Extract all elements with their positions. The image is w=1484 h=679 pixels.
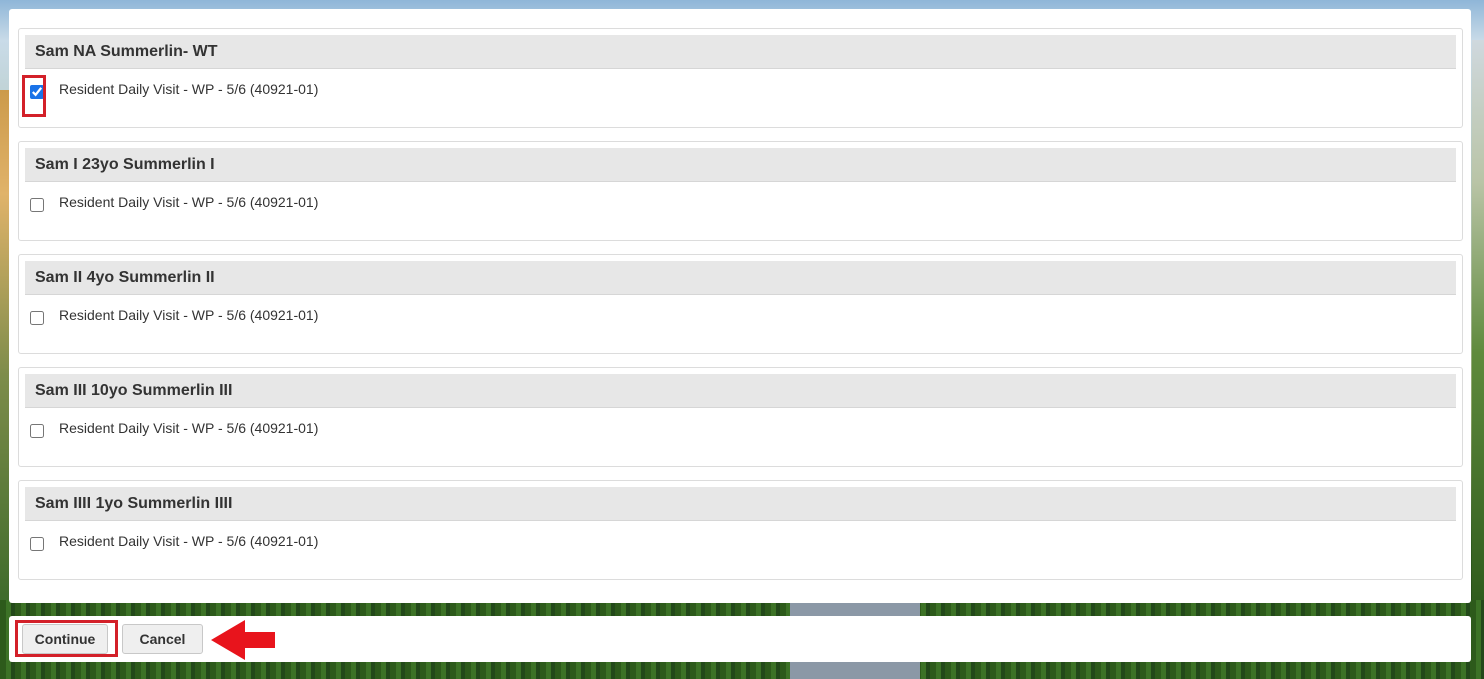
resident-group: Sam III 10yo Summerlin III Resident Dail… [18,367,1463,467]
visit-option-row: Resident Daily Visit - WP - 5/6 (40921-0… [29,305,629,329]
checkbox-highlight-annotation [22,75,46,117]
resident-group: Sam II 4yo Summerlin II Resident Daily V… [18,254,1463,354]
visit-checkbox[interactable] [30,198,44,212]
visit-label[interactable]: Resident Daily Visit - WP - 5/6 (40921-0… [59,192,318,212]
background-scenery-right [1472,40,1484,610]
left-arrow-icon [211,620,275,660]
visit-option-row: Resident Daily Visit - WP - 5/6 (40921-0… [29,531,629,555]
resident-group: Sam I 23yo Summerlin I Resident Daily Vi… [18,141,1463,241]
visit-label[interactable]: Resident Daily Visit - WP - 5/6 (40921-0… [59,79,318,99]
visit-option-row: Resident Daily Visit - WP - 5/6 (40921-0… [29,418,629,442]
resident-group: Sam NA Summerlin- WT Resident Daily Visi… [18,28,1463,128]
visit-label[interactable]: Resident Daily Visit - WP - 5/6 (40921-0… [59,418,318,438]
visit-option-row: Resident Daily Visit - WP - 5/6 (40921-0… [29,79,629,103]
action-bar: Continue Cancel [9,616,1471,662]
group-header: Sam I 23yo Summerlin I [25,148,1456,182]
group-header: Sam III 10yo Summerlin III [25,374,1456,408]
visit-checkbox[interactable] [30,537,44,551]
resident-group: Sam IIII 1yo Summerlin IIII Resident Dai… [18,480,1463,580]
visit-label[interactable]: Resident Daily Visit - WP - 5/6 (40921-0… [59,305,318,325]
visit-checkbox[interactable] [30,311,44,325]
group-header: Sam II 4yo Summerlin II [25,261,1456,295]
group-header: Sam NA Summerlin- WT [25,35,1456,69]
visit-label[interactable]: Resident Daily Visit - WP - 5/6 (40921-0… [59,531,318,551]
cancel-button[interactable]: Cancel [122,624,203,654]
visit-option-row: Resident Daily Visit - WP - 5/6 (40921-0… [29,192,629,216]
group-header: Sam IIII 1yo Summerlin IIII [25,487,1456,521]
visit-checkbox[interactable] [30,424,44,438]
continue-button[interactable]: Continue [22,624,108,654]
selection-panel: Sam NA Summerlin- WT Resident Daily Visi… [9,9,1471,603]
